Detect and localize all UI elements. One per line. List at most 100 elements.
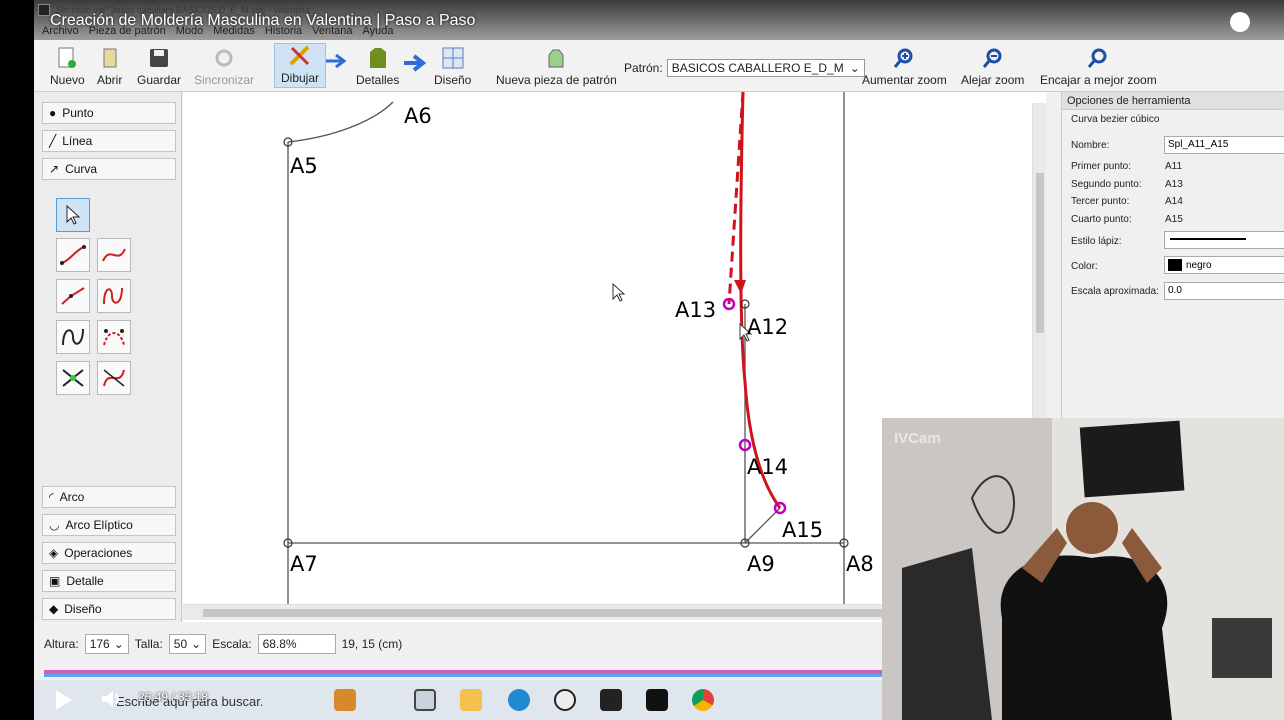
play-icon[interactable]	[52, 688, 74, 712]
curve-points-tool[interactable]	[97, 320, 131, 354]
estilo-lapiz-label: Estilo lápiz:	[1071, 236, 1122, 247]
open-button[interactable]: Abrir	[97, 46, 122, 87]
arc-icon: ◜	[49, 490, 54, 504]
layout-mode-button[interactable]: Diseño	[434, 46, 471, 87]
pen-style-line-icon	[1170, 238, 1246, 240]
red-arrow-marker	[734, 280, 746, 294]
cubic-spline-tool[interactable]	[97, 279, 131, 313]
primer-punto-value: A11	[1165, 161, 1183, 172]
edge-browser-icon[interactable]	[508, 689, 530, 711]
tool-sidebar: ● Punto ╱ Línea ↗ Curva ◜ Arco ◡ Arco El…	[34, 92, 182, 622]
point-a5-label: A5	[290, 154, 318, 178]
pointer-tool[interactable]	[56, 198, 90, 232]
talla-select[interactable]: 50 ⌄	[168, 634, 207, 654]
horizontal-scroll-thumb[interactable]	[203, 609, 903, 617]
segundo-punto-label: Segundo punto:	[1071, 179, 1142, 190]
menu-ayuda[interactable]: Ayuda	[363, 25, 394, 39]
garment-icon	[366, 46, 390, 70]
draw-mode-button[interactable]: Dibujar	[274, 43, 327, 88]
pattern-selector: Patrón: BASICOS CABALLERO E_D_M ⌄	[624, 59, 865, 77]
file-explorer-icon[interactable]	[460, 689, 482, 711]
intersect-curve-tool[interactable]	[97, 361, 131, 395]
point-a8-label: A8	[846, 552, 874, 576]
save-disk-icon	[147, 46, 171, 70]
details-mode-button[interactable]: Detalles	[356, 46, 399, 87]
s-curve-tool[interactable]	[56, 320, 90, 354]
valentina-app-icon	[38, 4, 50, 16]
point-a9-label: A9	[747, 552, 775, 576]
app-swirl-icon[interactable]	[554, 689, 576, 711]
zoom-fit-button[interactable]: Encajar a mejor zoom	[1040, 46, 1157, 87]
volume-icon[interactable]	[100, 689, 124, 709]
sidebar-arco-eliptico[interactable]: ◡ Arco Elíptico	[42, 514, 176, 536]
details-label: Detalles	[356, 73, 400, 87]
valentina-taskbar-icon[interactable]	[600, 689, 622, 711]
spline-path-tool[interactable]	[56, 279, 90, 313]
zoom-out-button[interactable]: Alejar zoom	[961, 46, 1024, 87]
sidebar-arco[interactable]: ◜ Arco	[42, 486, 176, 508]
taskbar-weather-icon[interactable]	[334, 689, 356, 711]
vertical-scroll-thumb[interactable]	[1036, 173, 1044, 333]
sidebar-punto[interactable]: ● Punto	[42, 102, 176, 124]
chrome-icon[interactable]	[692, 689, 714, 711]
menu-pieza-patron[interactable]: Pieza de patrón	[89, 25, 166, 39]
pattern-dropdown[interactable]: BASICOS CABALLERO E_D_M ⌄	[666, 59, 865, 77]
point-a7-label: A7	[290, 552, 318, 576]
pattern-label: Patrón:	[624, 61, 663, 75]
sidebar-linea[interactable]: ╱ Línea	[42, 130, 176, 152]
primer-punto-label: Primer punto:	[1071, 161, 1132, 172]
task-view-icon[interactable]	[414, 689, 436, 711]
line-icon: ╱	[49, 134, 57, 148]
save-button[interactable]: Guardar	[137, 46, 181, 87]
escala-aproximada-input[interactable]: 0.0	[1164, 282, 1284, 300]
sidebar-punto-label: Punto	[62, 106, 94, 120]
save-label: Guardar	[137, 73, 182, 87]
simple-curve-tool[interactable]	[56, 238, 90, 272]
new-file-icon	[55, 46, 79, 70]
menu-ventana[interactable]: Ventana	[312, 25, 352, 39]
color-select[interactable]: negro	[1164, 256, 1284, 274]
sidebar-operaciones[interactable]: ◈ Operaciones	[42, 542, 176, 564]
altura-label: Altura:	[44, 637, 79, 651]
sidebar-diseno[interactable]: ◆ Diseño	[42, 598, 176, 620]
sidebar-detalle-label: Detalle	[66, 574, 104, 588]
detail-icon: ▣	[49, 574, 61, 588]
escala-spinbox[interactable]: 68.8%	[257, 634, 336, 654]
menu-archivo[interactable]: Archivo	[42, 25, 79, 39]
sidebar-detalle[interactable]: ▣ Detalle	[42, 570, 176, 592]
open-label: Abrir	[97, 73, 123, 87]
bezier-curve-icon	[102, 248, 126, 262]
point-a6-label: A6	[404, 104, 432, 128]
sync-button[interactable]: Sincronizar	[194, 46, 254, 87]
sync-icon	[212, 46, 236, 70]
menu-medidas[interactable]: Medidas	[213, 25, 255, 39]
app-dark-icon[interactable]	[646, 689, 668, 711]
color-value: negro	[1186, 259, 1212, 271]
arrow-right-icon-2	[404, 54, 428, 77]
point-a15-label: A15	[782, 518, 824, 542]
nombre-input[interactable]: Spl_A11_A15	[1164, 136, 1284, 154]
altura-select[interactable]: 176 ⌄	[84, 634, 129, 654]
menu-historia[interactable]: Historia	[265, 25, 302, 39]
sidebar-arco-label: Arco	[59, 490, 85, 504]
curve-a5-a6	[287, 101, 394, 143]
bezier-curve-tool[interactable]	[97, 238, 131, 272]
watch-later-icon[interactable]	[1230, 12, 1250, 32]
video-buffer-bar	[44, 674, 884, 677]
zoom-in-icon	[892, 46, 916, 70]
cut-curve-tool[interactable]	[56, 361, 90, 395]
sidebar-curva-label: Curva	[65, 162, 98, 176]
webcam-label: IVCam	[894, 430, 941, 447]
layout-icon: ◆	[49, 602, 59, 616]
menu-modo[interactable]: Modo	[176, 25, 204, 39]
new-button[interactable]: Nuevo	[50, 46, 85, 87]
video-progress-bar[interactable]	[44, 670, 884, 674]
zoom-in-button[interactable]: Aumentar zoom	[862, 46, 947, 87]
new-pattern-piece-label: Nueva pieza de patrón	[496, 73, 617, 87]
sidebar-linea-label: Línea	[62, 134, 93, 148]
new-pattern-piece-button[interactable]: Nueva pieza de patrón	[496, 46, 617, 87]
estilo-lapiz-select[interactable]	[1164, 231, 1284, 249]
elliptic-arc-icon: ◡	[49, 518, 60, 532]
sidebar-curva[interactable]: ↗ Curva	[42, 158, 176, 180]
mouse-cursor-icon	[612, 282, 626, 302]
